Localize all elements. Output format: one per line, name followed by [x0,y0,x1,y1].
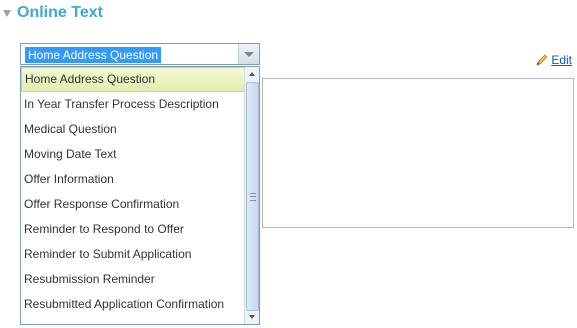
scroll-up-arrow-icon[interactable] [245,67,259,81]
dropdown-option[interactable]: Offer Information [21,167,247,192]
scroll-down-arrow-icon[interactable] [245,310,259,324]
dropdown-options: Home Address Question In Year Transfer Pr… [21,67,247,317]
dropdown-option[interactable]: Resubmitted Application Confirmation [21,292,247,317]
pencil-icon [536,54,548,66]
dropdown-list[interactable]: Home Address Question In Year Transfer Pr… [20,66,260,325]
scrollbar[interactable] [244,67,259,324]
dropdown-option[interactable]: Resubmission Reminder [21,267,247,292]
text-type-select[interactable]: Home Address Question [20,43,260,65]
select-current-value: Home Address Question [25,47,162,63]
collapse-triangle-icon[interactable] [3,10,11,17]
edit-label: Edit [551,53,572,67]
dropdown-option[interactable]: In Year Transfer Process Description [21,92,247,117]
edit-link[interactable]: Edit [536,53,572,67]
dropdown-option[interactable]: Medical Question [21,117,247,142]
dropdown-option[interactable]: Home Address Question [21,67,247,92]
content-panel [262,78,574,228]
dropdown-option[interactable]: Offer Response Confirmation [21,192,247,217]
scroll-thumb[interactable] [246,82,259,311]
section-title: Online Text [17,4,103,21]
dropdown-option[interactable]: Moving Date Text [21,142,247,167]
section-header[interactable]: Online Text [3,4,103,22]
dropdown-option[interactable]: Reminder to Submit Application [21,242,247,267]
chevron-down-icon[interactable] [238,44,259,64]
dropdown-option[interactable]: Reminder to Respond to Offer [21,217,247,242]
grip-icon [250,193,256,201]
